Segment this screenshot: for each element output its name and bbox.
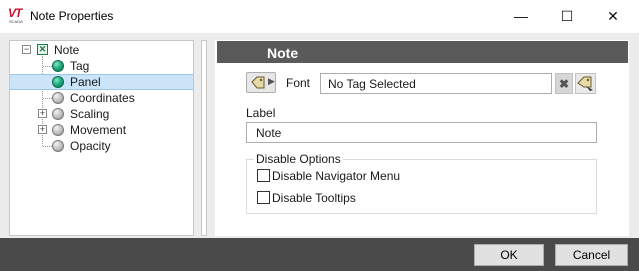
- section-title: Note: [267, 45, 299, 61]
- tree-item-movement[interactable]: + Movement: [10, 122, 193, 138]
- tag-select-button[interactable]: ▶: [246, 72, 276, 93]
- status-gray-icon: [52, 108, 64, 120]
- status-green-icon: [52, 76, 64, 88]
- title-bar: VT SCADA Note Properties — ☐ ✕: [0, 0, 639, 33]
- panel-splitter[interactable]: [201, 40, 207, 236]
- tree-item-tag[interactable]: Tag: [10, 58, 193, 74]
- tree-item-label: Coordinates: [70, 91, 135, 105]
- font-label: Font: [286, 76, 311, 90]
- collapse-icon[interactable]: −: [22, 45, 31, 54]
- label-caption: Label: [246, 106, 276, 120]
- disable-tooltips-checkbox[interactable]: [257, 191, 270, 204]
- tag-browse-icon: [577, 76, 593, 91]
- disable-navigator-menu-checkbox[interactable]: [257, 169, 270, 182]
- maximize-icon: ☐: [560, 7, 574, 24]
- section-header: Note: [217, 41, 628, 63]
- status-gray-icon: [52, 92, 64, 104]
- close-button[interactable]: ✕: [590, 0, 636, 32]
- disable-navigator-menu-label[interactable]: Disable Navigator Menu: [272, 169, 400, 183]
- ok-button[interactable]: OK: [474, 244, 544, 266]
- minimize-button[interactable]: —: [498, 0, 544, 32]
- disable-options-group: [246, 159, 597, 214]
- note-node-icon: ✕: [37, 44, 48, 55]
- property-tree[interactable]: − ✕ Note Tag Panel Coordinates + Scaling…: [9, 40, 194, 236]
- clear-icon: ✖: [558, 76, 570, 91]
- browse-tag-button[interactable]: [575, 73, 596, 94]
- tree-root-label: Note: [54, 43, 80, 57]
- tree-item-scaling[interactable]: + Scaling: [10, 106, 193, 122]
- dropdown-arrow-icon: ▶: [268, 76, 275, 86]
- tree-item-label: Opacity: [70, 139, 111, 153]
- window-title: Note Properties: [30, 9, 114, 23]
- disable-tooltips-label[interactable]: Disable Tooltips: [272, 191, 356, 205]
- tree-item-panel[interactable]: Panel: [10, 74, 193, 90]
- font-tag-field[interactable]: No Tag Selected: [320, 73, 552, 94]
- cancel-button[interactable]: Cancel: [555, 244, 628, 266]
- status-gray-icon: [52, 140, 64, 152]
- label-field[interactable]: Note: [246, 122, 597, 143]
- maximize-button[interactable]: ☐: [544, 0, 590, 32]
- tree-item-label: Tag: [70, 59, 90, 73]
- tree-item-coordinates[interactable]: Coordinates: [10, 90, 193, 106]
- tag-icon: [251, 76, 265, 89]
- disable-options-title: Disable Options: [254, 152, 343, 166]
- expand-icon[interactable]: +: [38, 125, 47, 134]
- vtscada-logo-icon: VT SCADA: [8, 6, 23, 24]
- minimize-icon: —: [514, 8, 528, 24]
- tree-item-label: Movement: [70, 123, 127, 137]
- tree-item-opacity[interactable]: Opacity: [10, 138, 193, 154]
- tree-item-label: Panel: [70, 75, 101, 89]
- tree-root-note[interactable]: − ✕ Note: [10, 42, 193, 58]
- expand-icon[interactable]: +: [38, 109, 47, 118]
- status-gray-icon: [52, 124, 64, 136]
- status-green-icon: [52, 60, 64, 72]
- close-icon: ✕: [607, 7, 619, 24]
- tree-item-label: Scaling: [70, 107, 110, 121]
- clear-tag-button[interactable]: ✖: [555, 73, 573, 94]
